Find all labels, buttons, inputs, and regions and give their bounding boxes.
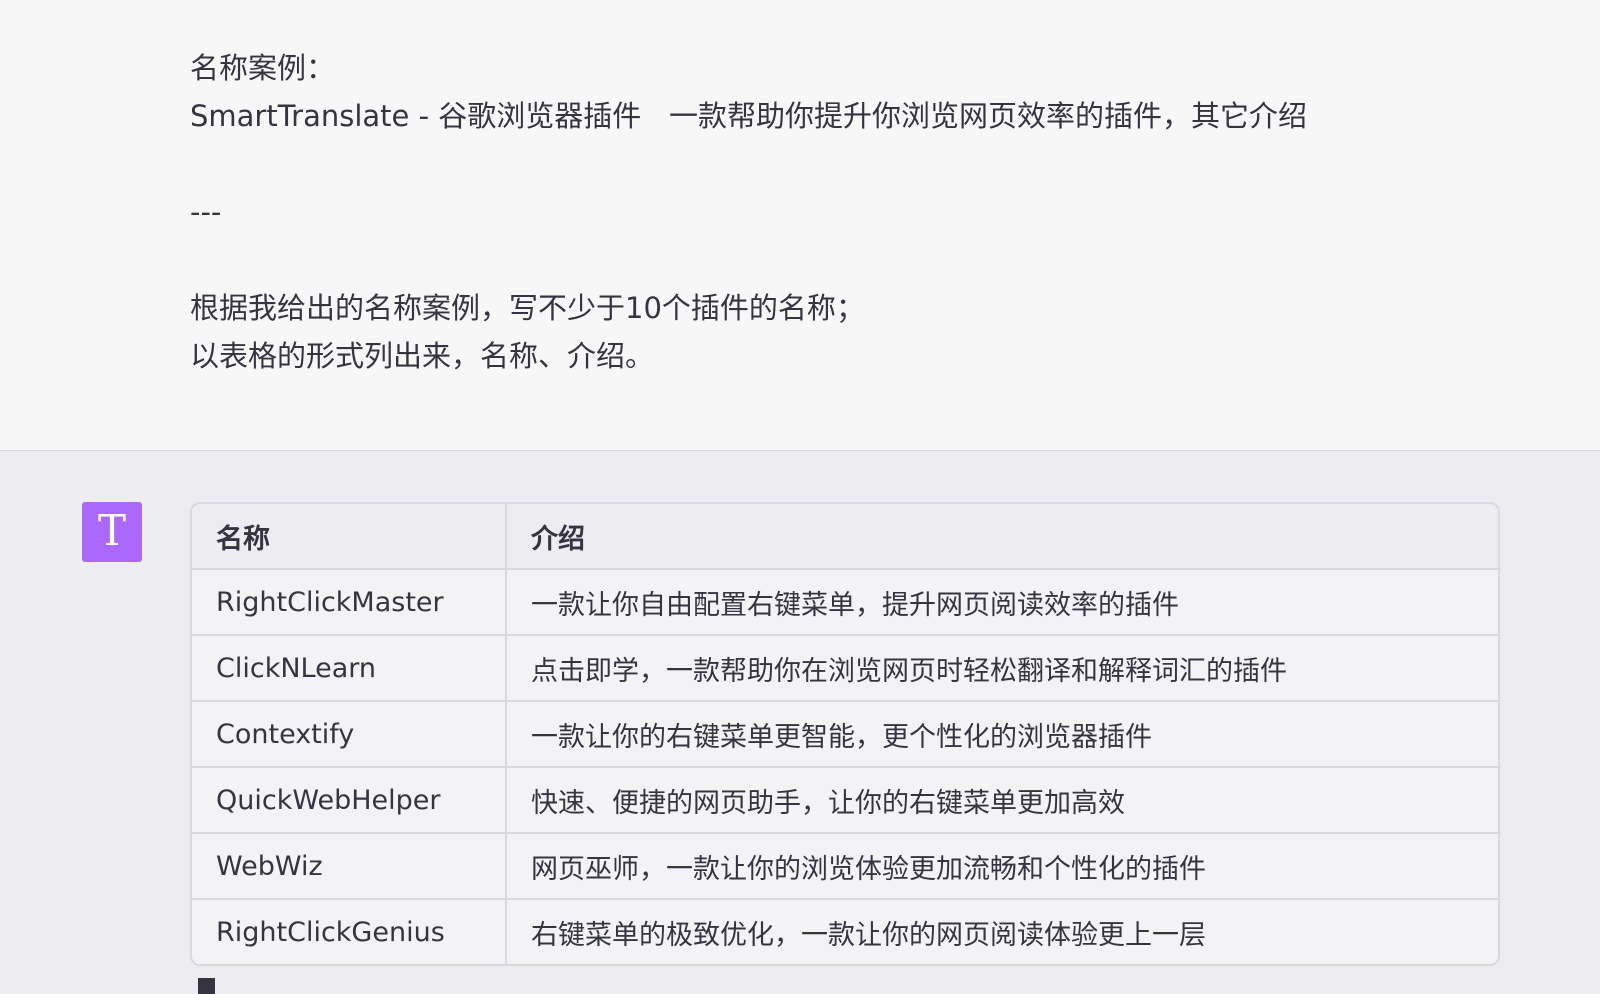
- typing-cursor: [198, 978, 215, 994]
- plugin-table: 名称 介绍 RightClickMaster 一款让你自由配置右键菜单，提升网页…: [190, 502, 1500, 966]
- row-description: 网页巫师，一款让你的浏览体验更加流畅和个性化的插件: [506, 833, 1498, 900]
- row-description: 一款让你自由配置右键菜单，提升网页阅读效率的插件: [506, 569, 1498, 636]
- table-row: QuickWebHelper 快速、便捷的网页助手，让你的右键菜单更加高效: [192, 767, 1498, 834]
- table-row: WebWiz 网页巫师，一款让你的浏览体验更加流畅和个性化的插件: [192, 833, 1498, 900]
- row-name: QuickWebHelper: [192, 767, 507, 834]
- table-row: ClickNLearn 点击即学，一款帮助你在浏览网页时轻松翻译和解释词汇的插件: [192, 635, 1498, 702]
- row-description: 右键菜单的极致优化，一款让你的网页阅读体验更上一层: [531, 919, 1206, 951]
- row-name: WebWiz: [192, 833, 507, 900]
- row-description: 点击即学，一款帮助你在浏览网页时轻松翻译和解释词汇的插件: [506, 635, 1498, 702]
- row-name: RightClickGenius: [192, 899, 507, 964]
- row-name: RightClickMaster: [192, 569, 507, 636]
- row-description: 快速、便捷的网页助手，让你的右键菜单更加高效: [506, 767, 1498, 834]
- table-row: Contextify 一款让你的右键菜单更智能，更个性化的浏览器插件: [192, 701, 1498, 768]
- table-row: RightClickGenius 右键菜单的极致优化，一款让你的网页阅读体验更上…: [192, 899, 1498, 964]
- header-name: 名称: [192, 504, 507, 570]
- header-description: 介绍: [506, 504, 1498, 570]
- user-message-text: 名称案例： SmartTranslate - 谷歌浏览器插件 一款帮助你提升你浏…: [190, 44, 1490, 380]
- table-header-row: 名称 介绍: [192, 504, 1498, 570]
- user-message: 名称案例： SmartTranslate - 谷歌浏览器插件 一款帮助你提升你浏…: [0, 0, 1600, 451]
- user-line-format: 以表格的形式列出来，名称、介绍。: [190, 339, 655, 373]
- user-line-separator: ---: [190, 195, 222, 229]
- user-line-instruction: 根据我给出的名称案例，写不少于10个插件的名称；: [190, 291, 865, 325]
- table-row: RightClickMaster 一款让你自由配置右键菜单，提升网页阅读效率的插…: [192, 569, 1498, 636]
- row-name: ClickNLearn: [192, 635, 507, 702]
- user-line-example: SmartTranslate - 谷歌浏览器插件 一款帮助你提升你浏览网页效率的…: [190, 99, 1307, 133]
- row-name: Contextify: [192, 701, 507, 768]
- user-line-examples-label: 名称案例：: [190, 51, 336, 85]
- assistant-avatar: T: [82, 502, 142, 562]
- avatar-letter: T: [97, 506, 126, 555]
- row-description: 一款让你的右键菜单更智能，更个性化的浏览器插件: [506, 701, 1498, 768]
